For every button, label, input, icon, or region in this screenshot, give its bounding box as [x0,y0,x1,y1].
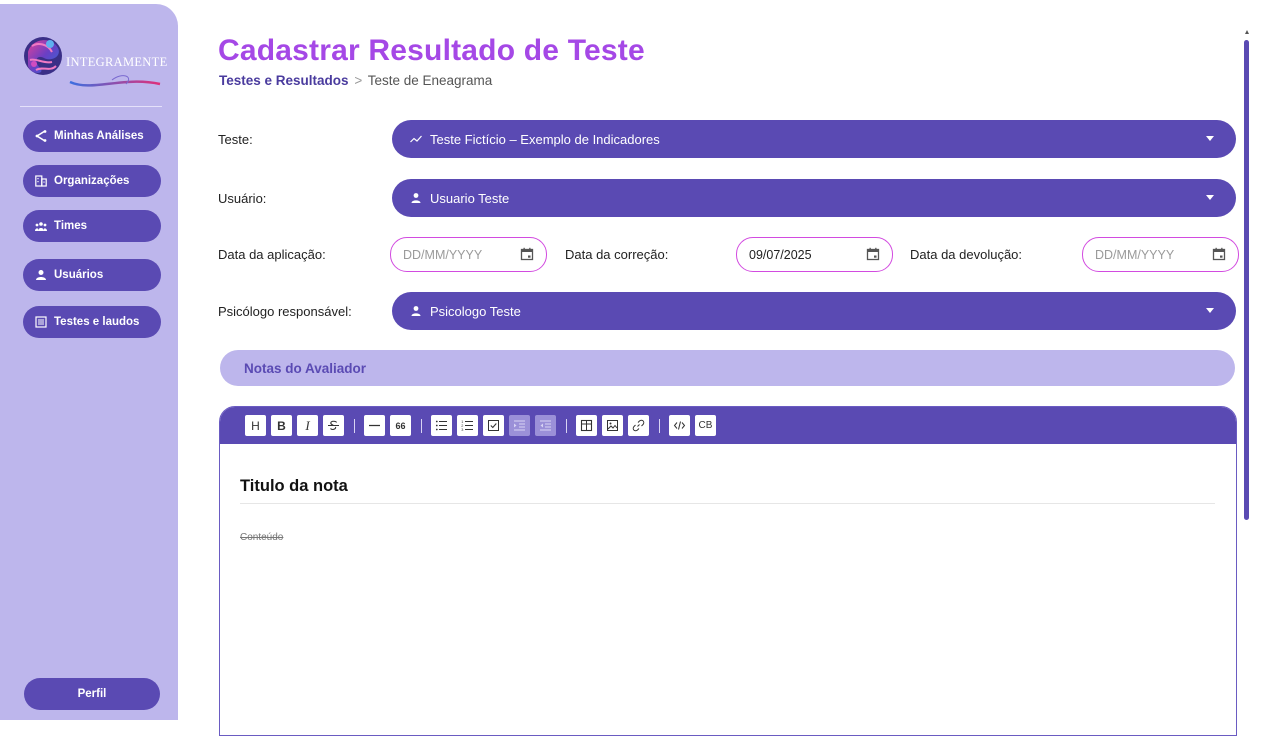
user-select-value: Usuario Teste [430,190,510,206]
return-date-input[interactable]: DD/MM/YYYY [1082,237,1239,272]
ordered-list-button[interactable]: 123 [457,415,478,436]
psychologist-select-value: Psicologo Teste [430,303,521,319]
return-date-label: Data da devolução: [910,247,1023,262]
profile-label: Perfil [77,688,107,700]
link-button[interactable] [628,415,649,436]
outdent-button[interactable] [535,415,556,436]
strikethrough-button[interactable] [323,415,344,436]
sidebar-item-usuarios[interactable]: Usuários [23,259,161,291]
code-block-button-label: CB [698,420,713,431]
bold-button[interactable]: B [271,415,292,436]
calendar-icon[interactable] [866,247,880,261]
person-icon [411,306,421,316]
scroll-up-arrow[interactable] [1245,30,1249,34]
checkbox-icon [488,420,499,431]
table-icon [580,419,593,432]
code-block-button[interactable]: CB [695,415,716,436]
page-title: Cadastrar Resultado de Teste [218,34,645,67]
breadcrumb-parent-link[interactable]: Testes e Resultados [219,73,349,88]
test-select[interactable]: Teste Fictício – Exemplo de Indicadores [392,120,1236,158]
return-date-placeholder: DD/MM/YYYY [1095,247,1175,262]
toolbar-separator [421,418,422,433]
correction-date-label: Data da correção: [565,247,669,262]
page-scrollbar[interactable] [1244,40,1249,520]
bullet-list-icon [435,420,447,431]
team-icon [35,222,47,231]
breadcrumb-separator: > [354,73,363,88]
sidebar-item-label: Usuários [54,269,104,281]
italic-button[interactable]: I [297,415,318,436]
quote-button-label: 66 [395,420,406,431]
heading-button[interactable]: H [245,415,266,436]
toolbar-separator [566,418,567,433]
italic-button-label: I [305,417,310,433]
image-button[interactable] [602,415,623,436]
logo-text: INTEGRAMENTE [66,55,168,69]
ordered-list-icon: 123 [461,420,473,432]
strikethrough-icon [328,420,339,430]
application-date-placeholder: DD/MM/YYYY [403,247,483,262]
user-select[interactable]: Usuario Teste [392,179,1236,217]
calendar-icon[interactable] [520,247,534,261]
code-icon [673,421,686,430]
quote-button[interactable]: 66 [390,415,411,436]
breadcrumb-current: Teste de Eneagrama [367,73,493,88]
sidebar-item-label: Minhas Análises [54,130,144,142]
test-select-value: Teste Fictício – Exemplo de Indicadores [430,131,660,147]
bold-button-label: B [277,418,286,433]
application-date-input[interactable]: DD/MM/YYYY [390,237,547,272]
sidebar-item-organizacoes[interactable]: Organizações [23,165,161,197]
horizontal-rule-icon [369,424,380,427]
trend-icon [410,135,422,143]
note-content[interactable]: Conteúdo [240,532,283,543]
sidebar-item-minhas-analises[interactable]: Minhas Análises [23,120,161,152]
breadcrumb: Testes e Resultados > Teste de Eneagrama [219,73,492,88]
code-button[interactable] [669,415,690,436]
bullet-list-button[interactable] [431,415,452,436]
toolbar-separator [354,418,355,433]
psychologist-select[interactable]: Psicologo Teste [392,292,1236,330]
user-label: Usuário: [218,191,267,206]
sidebar-item-times[interactable]: Times [23,210,161,242]
chevron-down-icon [1206,195,1214,200]
calendar-icon[interactable] [1212,247,1226,261]
user-icon [36,270,46,280]
outdent-icon [540,420,551,431]
toolbar-separator [659,418,660,433]
chevron-down-icon [1206,136,1214,141]
person-icon [411,193,421,203]
psychologist-label: Psicólogo responsável: [218,304,352,319]
clipboard-icon [35,316,47,328]
sidebar: INTEGRAMENTE Minhas Análises Organizaçõe… [0,4,178,720]
note-title[interactable]: Titulo da nota [240,477,1215,504]
test-label: Teste: [218,132,253,147]
indent-button[interactable] [509,415,530,436]
sidebar-item-testes-e-laudos[interactable]: Testes e laudos [23,306,161,338]
editor-toolbar: H B I 66 123 CB [220,407,1236,444]
chevron-down-icon [1206,308,1214,313]
indent-icon [514,420,525,431]
share-icon [35,130,47,142]
table-button[interactable] [576,415,597,436]
correction-date-input[interactable]: 09/07/2025 [736,237,893,272]
notes-section-header: Notas do Avaliador [220,350,1235,386]
building-icon [35,175,47,187]
sidebar-item-label: Testes e laudos [54,316,140,328]
svg-text:3: 3 [461,428,463,432]
sidebar-item-label: Organizações [54,175,130,187]
rich-text-editor[interactable]: H B I 66 123 CB Titulo da nota Conteúdo [219,406,1237,736]
task-list-button[interactable] [483,415,504,436]
profile-button[interactable]: Perfil [24,678,160,710]
heading-button-label: H [251,418,260,433]
link-icon [632,419,645,432]
sidebar-item-label: Times [54,220,88,232]
horizontal-rule-button[interactable] [364,415,385,436]
sidebar-divider [20,106,162,107]
image-icon [607,420,618,431]
correction-date-value: 09/07/2025 [749,247,812,262]
application-date-label: Data da aplicação: [218,247,326,262]
